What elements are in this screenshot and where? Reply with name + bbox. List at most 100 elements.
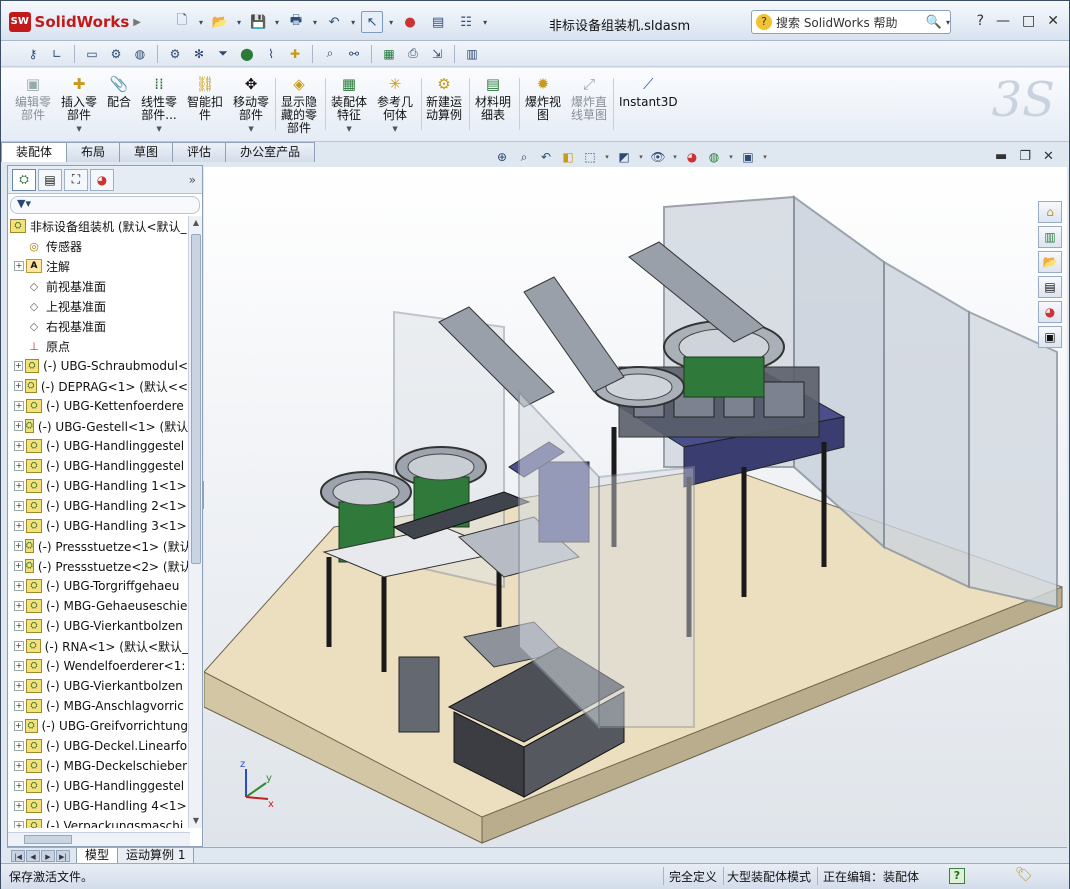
open-folder-icon[interactable]: 📂 [209,11,231,33]
expand-toggle-icon[interactable]: + [14,441,24,451]
chevron-down-icon[interactable]: ▾ [237,18,241,27]
expand-toggle-icon[interactable]: + [14,781,24,791]
help-question-icon[interactable]: ? [949,868,965,884]
expand-toggle-icon[interactable]: + [14,821,24,828]
gear-icon[interactable]: ⚙ [165,44,185,64]
move-component-button[interactable]: ✥ 移动零 部件 ▼ [233,74,269,136]
table-icon[interactable]: ▥ [462,44,482,64]
expand-toggle-icon[interactable]: + [14,721,23,731]
first-tab-arrow-icon[interactable]: |◀ [11,849,25,862]
hide-show-items-icon[interactable]: 👁 [649,148,667,166]
tab-layout[interactable]: 布局 [66,142,121,162]
display-manager-tab-icon[interactable]: ◕ [90,168,114,191]
tree-item[interactable]: + ⛭ (-) UBG-Handling 3<1> [8,516,188,536]
linear-pattern-button[interactable]: ⁞⁞ 线性零 部件... ▼ [141,74,177,136]
prev-tab-arrow-icon[interactable]: ◀ [26,849,40,862]
custom-properties-icon[interactable]: ▣ [1038,326,1062,348]
menu-arrow-icon[interactable]: ▶ [133,17,141,28]
tree-item[interactable]: + ⛭ (-) UBG-Gestell<1> (默认 [8,416,188,436]
assembly-tree-icon[interactable]: ⚙ [106,44,126,64]
appearances-icon[interactable]: ◕ [1038,301,1062,323]
chevron-down-icon[interactable]: ▾ [637,148,645,166]
scroll-thumb[interactable] [191,234,201,564]
chevron-down-icon[interactable]: ▾ [275,18,279,27]
undo-icon[interactable]: ↶ [323,11,345,33]
zoom-to-fit-icon[interactable]: ⊕ [493,148,511,166]
tab-sketch[interactable]: 草图 [119,142,174,162]
plus-cross-icon[interactable]: ✚ [285,44,305,64]
bom-button[interactable]: ▤ 材料明 细表 [475,74,511,122]
tab-evaluate[interactable]: 评估 [172,142,227,162]
mate-button[interactable]: 📎 配合 [107,74,131,109]
home-icon[interactable]: ⌂ [1038,201,1062,223]
view-orientation-icon[interactable]: ⬚ [581,148,599,166]
doc-close-button[interactable]: ✕ [1043,149,1054,164]
tab-model[interactable]: 模型 [76,847,119,864]
tree-item[interactable]: + ⛭ (-) UBG-Vierkantbolzen [8,676,188,696]
expand-toggle-icon[interactable]: + [14,421,23,431]
tree-item[interactable]: + ⛭ (-) DEPRAG<1> (默认<< [8,376,188,396]
tree-item[interactable]: + ⛭ (-) UBG-Handling 4<1> [8,796,188,816]
expand-toggle-icon[interactable]: + [14,521,24,531]
instant3d-button[interactable]: ⟋ Instant3D [619,74,678,109]
expand-toggle-icon[interactable]: + [14,501,24,511]
chevron-down-icon[interactable]: ▾ [313,18,317,27]
view-settings-icon[interactable]: ▣ [739,148,757,166]
tree-root-assembly[interactable]: ⛭ 非标设备组装机 (默认<默认_ [8,216,188,236]
explode-view-button[interactable]: ✹ 爆炸视 图 [525,74,561,122]
previous-view-icon[interactable]: ↶ [537,148,555,166]
chevron-down-icon[interactable]: ▼ [346,123,351,136]
expand-toggle-icon[interactable]: + [14,541,23,551]
expand-toggle-icon[interactable]: + [14,601,24,611]
expand-toggle-icon[interactable]: + [14,701,24,711]
chevron-down-icon[interactable]: ▼ [248,123,253,136]
tree-item[interactable]: + ⛭ (-) UBG-Kettenfoerdere [8,396,188,416]
show-hidden-components-button[interactable]: ◈ 显示隐 藏的零 部件 [281,74,317,135]
new-document-icon[interactable]: 🗋 [171,11,193,33]
tree-item[interactable]: + A 注解 [8,256,188,276]
tree-item[interactable]: ◇ 右视基准面 [8,316,188,336]
tree-item[interactable]: + ⛭ (-) UBG-Torgriffgehaeu [8,576,188,596]
tree-item[interactable]: + ⛭ (-) Pressstuetze<1> (默认 [8,536,188,556]
key-icon[interactable]: ⚷ [23,44,43,64]
maximize-button[interactable]: □ [1022,13,1035,29]
tree-filter[interactable]: ▼▾ [10,196,200,214]
tree-item[interactable]: ◇ 前视基准面 [8,276,188,296]
expand-toggle-icon[interactable]: + [14,581,24,591]
new-motion-study-button[interactable]: ⚙ 新建运 动算例 [426,74,462,122]
tree-item[interactable]: + ⛭ (-) UBG-Handlinggestel [8,456,188,476]
tag-icon[interactable]: 🏷 [1015,867,1033,883]
chevron-down-icon[interactable]: ▾ [603,148,611,166]
close-button[interactable]: ✕ [1047,13,1059,29]
expand-toggle-icon[interactable]: + [14,621,24,631]
chevron-down-icon[interactable]: ▾ [483,18,487,27]
chevron-down-icon[interactable]: ▾ [761,148,769,166]
settings-icon[interactable]: ✻ [189,44,209,64]
printer-icon[interactable]: ⎙ [403,44,423,64]
funnel-icon[interactable]: ⏷ [213,44,233,64]
file-properties-icon[interactable]: ▤ [427,11,449,33]
expand-toggle-icon[interactable]: + [14,661,24,671]
apply-scene-icon[interactable]: ◍ [705,148,723,166]
file-explorer-icon[interactable]: 📂 [1038,251,1062,273]
expand-toggle-icon[interactable]: + [14,761,24,771]
explode-line-sketch-button[interactable]: ⤢ 爆炸直 线草图 [571,74,607,122]
export-icon[interactable]: ⇲ [427,44,447,64]
display-style-icon[interactable]: ◩ [615,148,633,166]
expand-toggle-icon[interactable]: + [14,401,24,411]
scroll-down-arrow-icon[interactable]: ▼ [189,814,203,828]
expand-toggle-icon[interactable]: + [14,801,24,811]
tree-item[interactable]: + ⛭ (-) RNA<1> (默认<默认_ [8,636,188,656]
expand-toggle-icon[interactable]: + [14,461,24,471]
view-palette-icon[interactable]: ▤ [1038,276,1062,298]
edit-component-button[interactable]: ▣ 编辑零 部件 [15,74,51,122]
sketch-corner-icon[interactable]: ∟ [47,44,67,64]
chevron-down-icon[interactable]: ▼ [392,123,397,136]
chevron-down-icon[interactable]: ▾ [199,18,203,27]
excel-icon[interactable]: ▦ [379,44,399,64]
expand-toggle-icon[interactable]: + [14,561,23,571]
reference-geometry-button[interactable]: ✳ 参考几 何体 ▼ [377,74,413,136]
tree-item[interactable]: + ⛭ (-) MBG-Gehaeuseschie [8,596,188,616]
doc-restore-button[interactable]: ❐ [1019,149,1031,164]
chevron-down-icon[interactable]: ▾ [351,18,355,27]
